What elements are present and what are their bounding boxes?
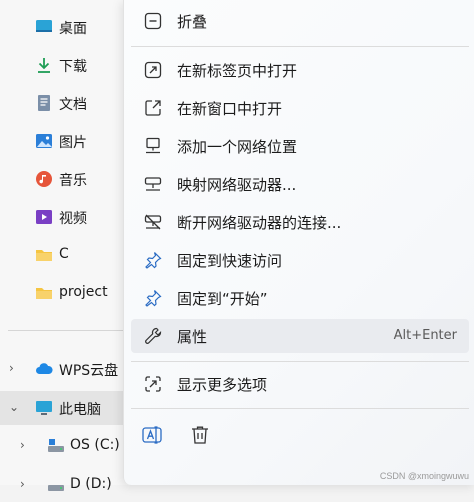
desktop-icon <box>36 20 52 32</box>
nav-item-label: 文档 <box>59 97 87 113</box>
nav-item-desktop[interactable]: 桌面 <box>0 10 130 44</box>
menu-item-collapse[interactable]: 折叠 <box>131 4 469 38</box>
menu-item-label: 添加一个网络位置 <box>177 138 298 156</box>
menu-item-add-network-location[interactable]: 添加一个网络位置 <box>131 129 469 163</box>
computer-icon <box>36 401 52 415</box>
disconnect-network-drive-icon <box>144 214 162 230</box>
nav-item-music[interactable]: 音乐 <box>0 162 130 196</box>
pin-icon <box>145 290 162 307</box>
open-new-window-icon <box>145 100 161 116</box>
nav-item-label: 视频 <box>59 211 87 227</box>
tree-item-wps-cloud[interactable]: › WPS云盘 <box>0 352 130 386</box>
video-icon <box>36 210 52 224</box>
menu-item-open-new-tab[interactable]: 在新标签页中打开 <box>131 53 469 87</box>
navigation-pane: 桌面 下载 文档 图片 音乐 视频 C project › WPS云盘 ⌄ 此电… <box>0 0 130 492</box>
nav-item-documents[interactable]: 文档 <box>0 86 130 120</box>
menu-item-label: 在新标签页中打开 <box>177 62 298 80</box>
menu-item-show-more-options[interactable]: 显示更多选项 <box>131 367 469 401</box>
menu-item-pin-quick-access[interactable]: 固定到快速访问 <box>131 243 469 277</box>
network-drive-icon <box>144 177 162 191</box>
tree-item-label: OS (C:) <box>70 437 120 453</box>
pictures-icon <box>36 134 52 148</box>
menu-item-pin-start[interactable]: 固定到“开始” <box>131 281 469 315</box>
menu-item-label: 映射网络驱动器... <box>177 176 297 194</box>
menu-item-label: 固定到快速访问 <box>177 252 283 270</box>
drive-icon <box>48 485 64 491</box>
tree-item-this-pc[interactable]: ⌄ 此电脑 <box>0 391 130 425</box>
pin-icon <box>145 252 162 269</box>
nav-item-videos[interactable]: 视频 <box>0 200 130 234</box>
nav-divider <box>8 330 126 331</box>
menu-item-label: 属性 <box>177 328 208 346</box>
download-icon <box>38 58 50 73</box>
nav-item-label: project <box>59 284 108 300</box>
folder-icon <box>36 250 52 261</box>
nav-item-label: 桌面 <box>59 21 87 37</box>
tree-item-drive-d[interactable]: › D (D:) <box>0 468 130 502</box>
menu-item-label: 断开网络驱动器的连接... <box>177 214 342 232</box>
wrench-icon <box>145 327 162 344</box>
music-icon <box>36 171 52 187</box>
nav-item-pictures[interactable]: 图片 <box>0 124 130 158</box>
menu-divider <box>131 408 469 409</box>
tree-item-label: 此电脑 <box>59 402 101 418</box>
drive-icon <box>48 439 64 452</box>
menu-divider <box>131 46 469 47</box>
menu-divider <box>131 361 469 362</box>
menu-item-label: 固定到“开始” <box>177 290 268 308</box>
open-new-tab-icon <box>144 61 162 79</box>
nav-item-label: 下载 <box>59 59 87 75</box>
chevron-down-icon[interactable]: ⌄ <box>9 400 21 414</box>
collapse-icon <box>144 12 162 30</box>
menu-item-open-new-window[interactable]: 在新窗口中打开 <box>131 91 469 125</box>
menu-item-disconnect-network-drive[interactable]: 断开网络驱动器的连接... <box>131 205 469 239</box>
nav-item-label: 图片 <box>59 135 87 151</box>
menu-item-properties[interactable]: 属性 Alt+Enter <box>131 319 469 353</box>
network-location-icon <box>146 137 160 154</box>
nav-item-downloads[interactable]: 下载 <box>0 48 130 82</box>
keyboard-shortcut: Alt+Enter <box>393 328 457 343</box>
chevron-right-icon[interactable]: › <box>20 477 32 491</box>
show-more-options-icon <box>145 376 161 392</box>
tree-item-label: WPS云盘 <box>59 363 119 379</box>
nav-item-label: C <box>59 246 69 262</box>
watermark: CSDN @xmoingwuwu <box>379 471 469 481</box>
nav-item-folder-c[interactable]: C <box>0 238 130 272</box>
delete-icon[interactable] <box>189 424 211 446</box>
menu-item-label: 折叠 <box>177 13 208 31</box>
context-menu: 折叠 在新标签页中打开 在新窗口中打开 添加一个网络位置 映射网络驱动器... … <box>123 0 474 485</box>
menu-item-label: 显示更多选项 <box>177 376 268 394</box>
document-icon <box>38 95 50 111</box>
chevron-right-icon[interactable]: › <box>20 438 32 452</box>
nav-item-folder-project[interactable]: project <box>0 276 130 310</box>
menu-item-label: 在新窗口中打开 <box>177 100 283 118</box>
menu-item-map-network-drive[interactable]: 映射网络驱动器... <box>131 167 469 201</box>
folder-icon <box>36 288 52 299</box>
nav-item-label: 音乐 <box>59 173 87 189</box>
cloud-icon <box>36 363 53 374</box>
tree-item-drive-c[interactable]: › OS (C:) <box>0 429 130 463</box>
rename-icon[interactable] <box>141 424 163 446</box>
chevron-right-icon[interactable]: › <box>9 361 21 375</box>
tree-item-label: D (D:) <box>70 476 112 492</box>
